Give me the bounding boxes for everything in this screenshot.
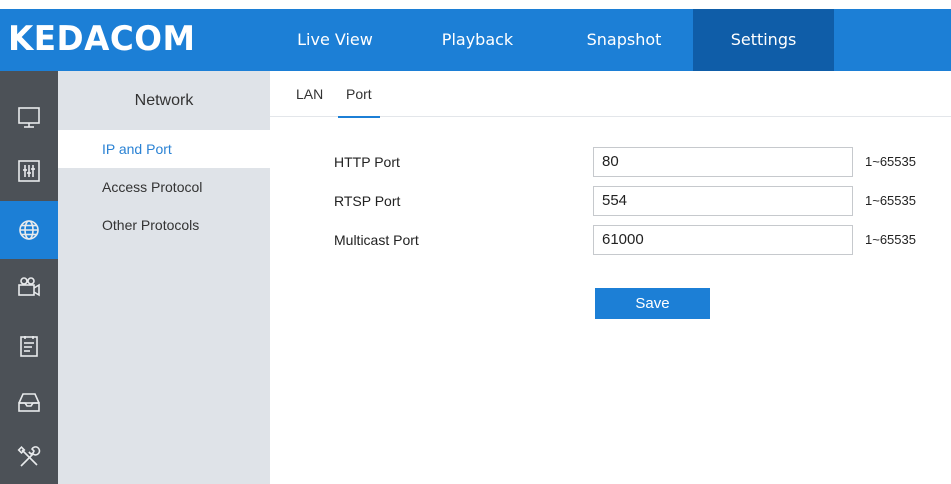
http-port-input[interactable]: 80: [593, 147, 853, 177]
subnav-header: Network: [58, 71, 270, 130]
settings-subnav: Network IP and Port Access Protocol Othe…: [58, 71, 270, 484]
camera-icon[interactable]: [0, 257, 58, 315]
nav-tab-live-view[interactable]: Live View: [270, 9, 400, 71]
nav-tab-playback[interactable]: Playback: [410, 9, 545, 71]
subnav-item-access-protocol[interactable]: Access Protocol: [58, 168, 270, 206]
http-port-range: 1~65535: [865, 154, 916, 169]
storage-tray-icon[interactable]: [0, 373, 58, 431]
top-bar: KEDACOM Live View Playback Snapshot Sett…: [0, 9, 951, 71]
sliders-icon[interactable]: [0, 142, 58, 200]
content-tabs: LAN Port: [270, 71, 951, 118]
rtsp-port-label: RTSP Port: [334, 193, 401, 209]
brand-logo: KEDACOM: [8, 19, 196, 59]
subnav-item-ip-and-port[interactable]: IP and Port: [58, 130, 270, 168]
multicast-port-range: 1~65535: [865, 232, 916, 247]
nav-tab-settings[interactable]: Settings: [693, 9, 834, 71]
event-list-icon[interactable]: [0, 317, 58, 375]
multicast-port-input[interactable]: 61000: [593, 225, 853, 255]
multicast-port-label: Multicast Port: [334, 232, 419, 248]
subnav-item-other-protocols[interactable]: Other Protocols: [58, 206, 270, 244]
save-button[interactable]: Save: [595, 288, 710, 319]
monitor-icon[interactable]: [0, 88, 58, 146]
icon-sidebar: [0, 71, 58, 484]
nav-tab-snapshot[interactable]: Snapshot: [555, 9, 693, 71]
tab-port[interactable]: Port: [338, 71, 380, 118]
rtsp-port-range: 1~65535: [865, 193, 916, 208]
network-globe-icon[interactable]: [0, 201, 58, 259]
tab-lan[interactable]: LAN: [296, 71, 323, 117]
tools-icon[interactable]: [0, 429, 58, 484]
http-port-label: HTTP Port: [334, 154, 400, 170]
rtsp-port-input[interactable]: 554: [593, 186, 853, 216]
